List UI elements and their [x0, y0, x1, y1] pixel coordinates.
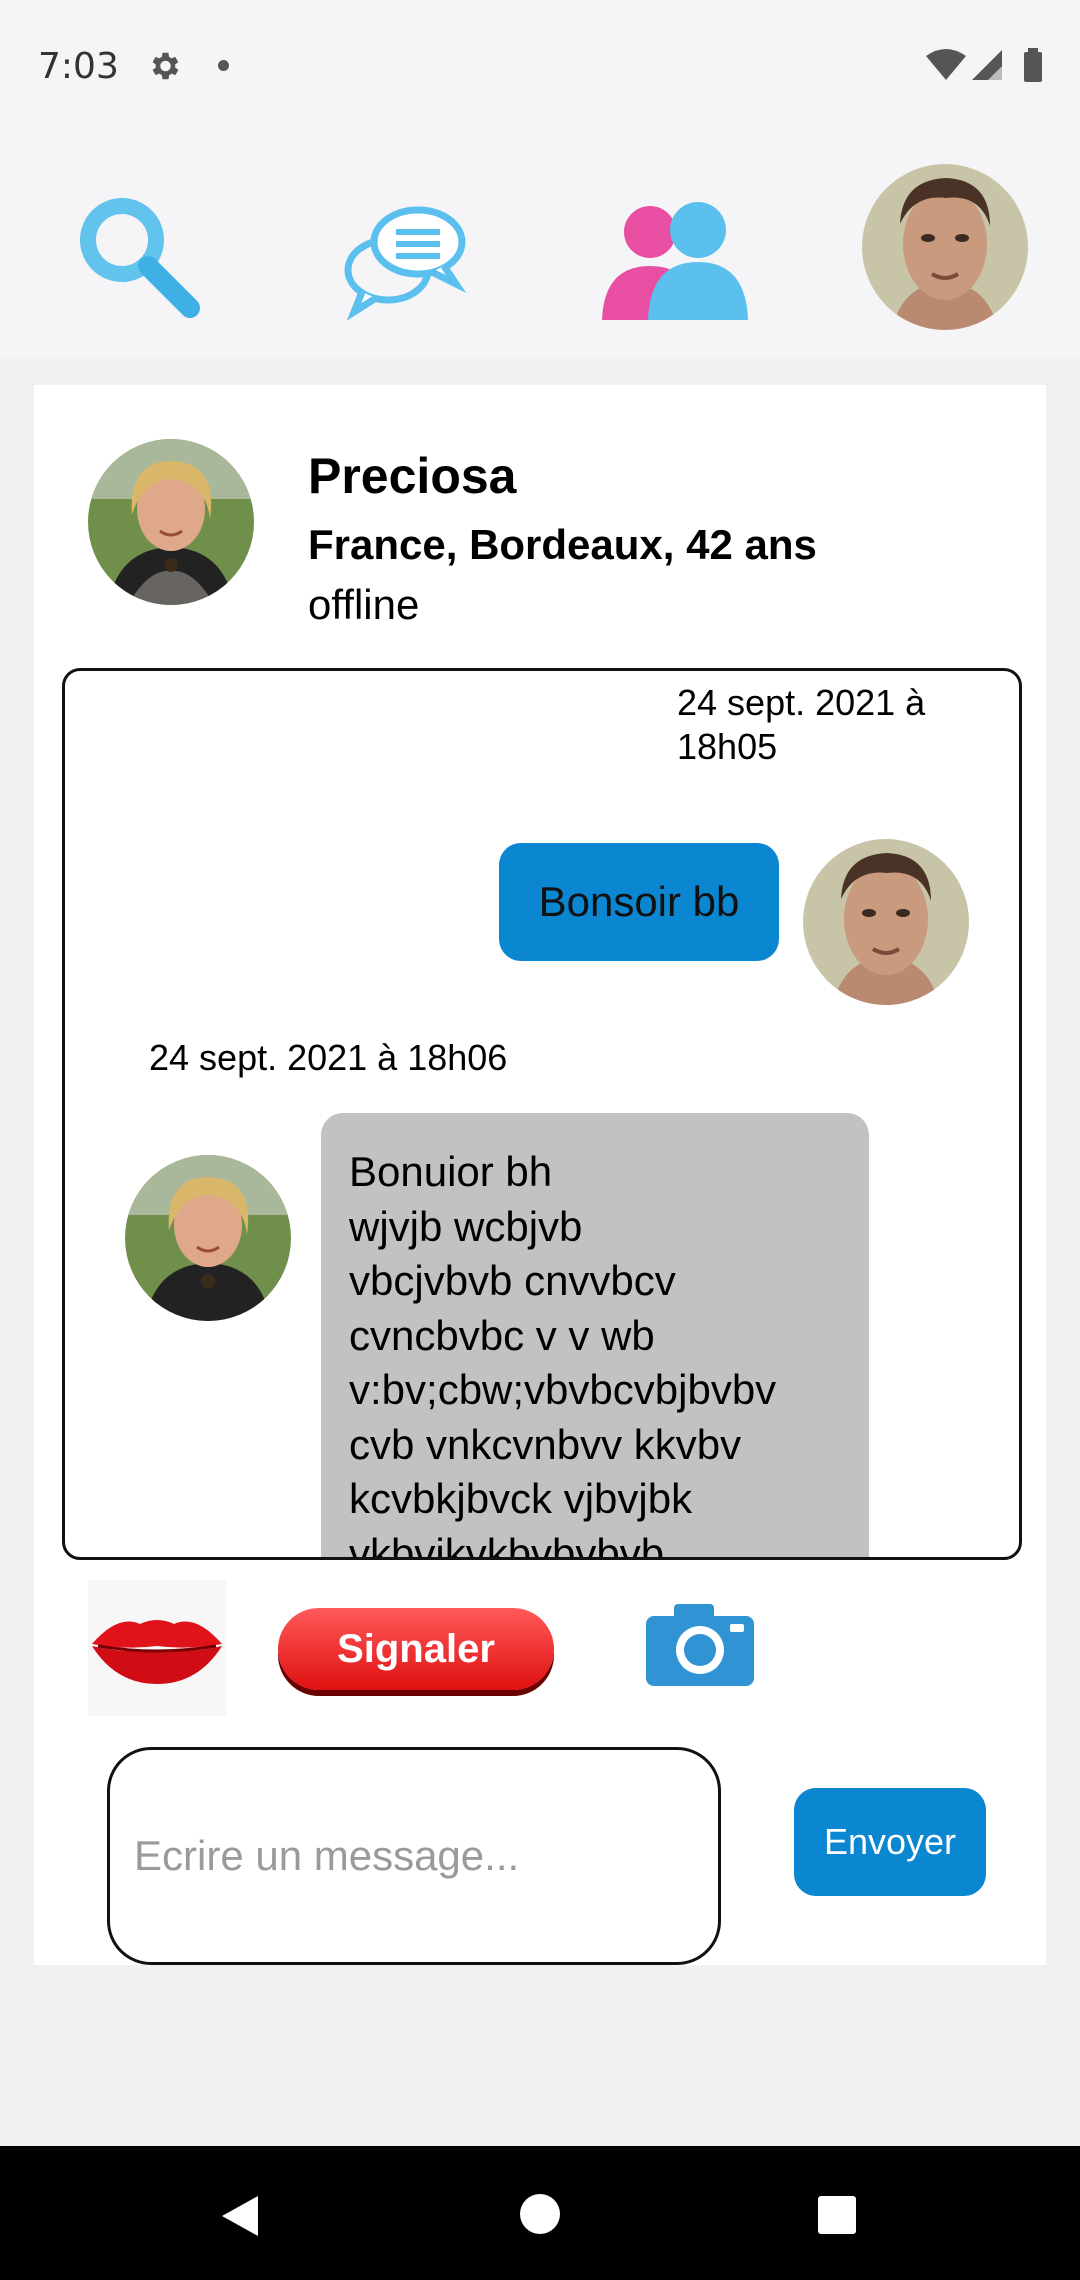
- search-icon[interactable]: [72, 190, 202, 320]
- incoming-message-bubble: Bonuior bh wjvjb wcbjvb vbcjvbvb cnvvbcv…: [321, 1113, 869, 1557]
- lips-icon: [92, 1620, 222, 1684]
- settings-icon: [152, 52, 179, 80]
- contact-avatar[interactable]: [88, 439, 254, 605]
- system-navigation-bar: [0, 2146, 1080, 2280]
- my-profile-avatar[interactable]: [862, 164, 1028, 330]
- battery-icon: [1024, 48, 1042, 82]
- status-icons: [926, 48, 1042, 82]
- wifi-icon: [926, 49, 966, 80]
- users-icon[interactable]: [602, 192, 748, 322]
- contact-name: Preciosa: [308, 448, 517, 504]
- notification-dot-icon: [218, 60, 229, 71]
- camera-icon[interactable]: [644, 1600, 756, 1688]
- signal-icon: [972, 50, 1002, 80]
- message-timestamp: 24 sept. 2021 à 18h06: [149, 1037, 508, 1078]
- conversation-card: Preciosa France, Bordeaux, 42 ans offlin…: [34, 385, 1046, 1965]
- message-input[interactable]: [107, 1747, 721, 1965]
- contact-status: offline: [308, 581, 420, 628]
- recent-apps-icon[interactable]: [818, 2196, 856, 2234]
- home-icon[interactable]: [520, 2194, 560, 2234]
- message-timestamp: 24 sept. 2021 à 18h05: [677, 682, 926, 767]
- back-icon[interactable]: [218, 2194, 262, 2238]
- contact-location: France, Bordeaux, 42 ans: [308, 521, 817, 568]
- action-bar: Signaler: [88, 1580, 788, 1720]
- kiss-button[interactable]: [88, 1580, 226, 1716]
- status-time: 7:03: [38, 46, 119, 87]
- chat-icon[interactable]: [340, 192, 470, 322]
- status-bar: 7:03: [0, 0, 1080, 130]
- send-button[interactable]: Envoyer: [794, 1788, 986, 1896]
- report-button[interactable]: Signaler: [278, 1608, 554, 1690]
- message-list[interactable]: 24 sept. 2021 à 18h05 Bonsoir bb 24 sept…: [62, 668, 1022, 1560]
- outgoing-message-bubble: Bonsoir bb: [499, 843, 779, 961]
- top-navigation: [0, 130, 1080, 358]
- contact-message-avatar: [125, 1155, 291, 1321]
- sender-avatar: [803, 839, 969, 1005]
